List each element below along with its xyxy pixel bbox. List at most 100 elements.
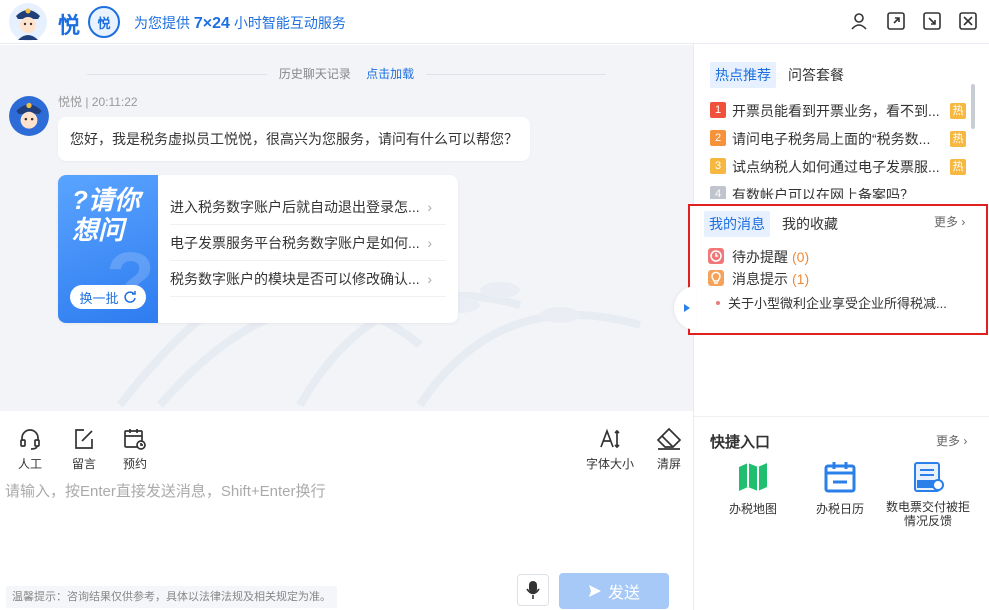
- tab-qa-package[interactable]: 问答套餐: [788, 65, 844, 85]
- history-label: 历史聊天记录: [278, 67, 351, 81]
- suggested-question[interactable]: 税务数字账户的模块是否可以修改确认... ›: [170, 261, 446, 297]
- suggested-questions-card: ? ?请你想问 换一批 进入税务数字账户后就自动退出登录怎... › 电子发票服…: [58, 175, 458, 323]
- quick-link-label: 数电票交付被拒情况反馈: [885, 500, 970, 528]
- microphone-icon: [526, 581, 540, 599]
- question-mark-icon: ?: [106, 236, 155, 323]
- rank-badge: 4: [710, 186, 726, 199]
- rank-badge: 2: [710, 130, 726, 146]
- hot-badge: 热: [950, 159, 966, 175]
- msg-label: 待办提醒: [732, 249, 788, 265]
- tool-label: 人工: [18, 457, 43, 471]
- send-label: 发送: [607, 585, 640, 602]
- load-history-link[interactable]: 点击加载: [366, 67, 414, 81]
- hot-item[interactable]: 1 开票员能看到开票业务，看不到... 热: [710, 101, 966, 123]
- caret-right-icon: [684, 304, 690, 312]
- tab-hot-recommend[interactable]: 热点推荐: [710, 62, 776, 88]
- unread-dot: [716, 301, 720, 305]
- bot-name-time: 悦悦 | 20:11:22: [58, 95, 138, 109]
- chevron-right-icon: ›: [961, 215, 966, 229]
- suggested-question[interactable]: 电子发票服务平台税务数字账户是如何... ›: [170, 225, 446, 261]
- send-button[interactable]: 发送: [559, 573, 669, 609]
- message-text: 关于小型微利企业享受企业所得税减...: [728, 296, 947, 311]
- minimize-icon[interactable]: [922, 11, 942, 31]
- send-icon: [588, 585, 601, 597]
- divider: [87, 74, 268, 76]
- chat-area: 历史聊天记录 点击加载 悦悦 | 20:11:22 您好，我是税务虚拟员工悦悦，…: [0, 45, 693, 411]
- refresh-label: 换一批: [79, 290, 119, 306]
- tab-my-favorites[interactable]: 我的收藏: [782, 214, 838, 234]
- tool-label: 留言: [72, 457, 97, 471]
- rank-badge: 1: [710, 102, 726, 118]
- voice-input-button[interactable]: [517, 574, 549, 606]
- hot-list-scrollbar[interactable]: [971, 84, 975, 129]
- font-size-button[interactable]: 字体大小: [586, 427, 634, 472]
- msg-count: (0): [792, 249, 810, 265]
- clear-screen-button[interactable]: 清屏: [656, 427, 682, 472]
- disclaimer-hint: 温馨提示：咨询结果仅供参考，具体以法律法规及相关规定为准。: [6, 586, 337, 608]
- eraser-icon: [656, 427, 682, 450]
- hot-item-text: 请问电子税务局上面的“税务数...: [732, 131, 931, 147]
- tool-label: 预约: [123, 457, 148, 471]
- ask-card-title: ?请你想问: [72, 185, 140, 245]
- divider: [425, 74, 606, 76]
- human-agent-button[interactable]: 人工: [18, 427, 42, 472]
- refresh-icon: [123, 291, 136, 303]
- calendar-clock-icon: [124, 429, 146, 450]
- msg-label: 消息提示: [732, 271, 788, 287]
- expand-icon[interactable]: [886, 11, 906, 31]
- avatar-icon: [9, 3, 47, 41]
- hot-item[interactable]: 3 试点纳税人如何通过电子发票服... 热: [710, 157, 966, 179]
- hot-item[interactable]: 2 请问电子税务局上面的“税务数... 热: [710, 129, 966, 151]
- more-label: 更多: [936, 434, 961, 448]
- brand-name: 悦: [58, 13, 81, 38]
- message-input[interactable]: 请输入，按Enter直接发送消息，Shift+Enter换行: [0, 480, 693, 570]
- suggested-question[interactable]: 进入税务数字账户后就自动退出登录怎... ›: [170, 189, 446, 225]
- hot-badge: 热: [950, 131, 966, 147]
- hot-item-text: 开票员能看到开票业务，看不到...: [732, 103, 940, 119]
- quick-link-tax-calendar[interactable]: 办税日历: [795, 460, 885, 517]
- question-text: 进入税务数字账户后就自动退出登录怎...: [170, 199, 420, 215]
- user-icon[interactable]: [849, 11, 869, 31]
- calendar-icon: [824, 462, 856, 493]
- tab-my-messages[interactable]: 我的消息: [704, 211, 770, 237]
- headset-icon: [20, 429, 40, 450]
- msg-count: (1): [792, 271, 810, 287]
- my-messages-panel: 我的消息 我的收藏 更多 › 待办提醒 (0) 消息提示 (1) 关于小型微利企业享…: [688, 204, 988, 335]
- map-icon: [739, 463, 767, 491]
- quick-link-label: 办税日历: [815, 502, 864, 516]
- hot-item[interactable]: 4 有数帐户可以在网上备案吗？: [710, 185, 966, 199]
- chevron-right-icon: ›: [427, 235, 432, 251]
- invoice-icon: [914, 462, 944, 492]
- message-list-item[interactable]: 关于小型微利企业享受企业所得税减...: [716, 293, 966, 312]
- slogan-prefix: 为您提供: [134, 15, 190, 31]
- quick-more-link[interactable]: 更多 ›: [936, 432, 967, 449]
- chevron-right-icon: ›: [963, 434, 968, 448]
- appointment-button[interactable]: 预约: [123, 427, 147, 472]
- quick-link-tax-map[interactable]: 办税地图: [708, 460, 798, 517]
- todo-reminder-item[interactable]: 待办提醒 (0): [708, 247, 809, 267]
- slogan: 为您提供 7×24 小时智能互动服务: [134, 13, 346, 33]
- quick-access-title: 快捷入口: [710, 434, 771, 451]
- question-text: 电子发票服务平台税务数字账户是如何...: [170, 235, 420, 251]
- quick-link-label: 办税地图: [728, 502, 777, 516]
- message-notice-item[interactable]: 消息提示 (1): [708, 269, 809, 289]
- quick-link-invoice-feedback[interactable]: 数电票交付被拒情况反馈: [883, 460, 973, 528]
- edit-icon: [75, 429, 93, 449]
- rank-badge: 3: [710, 158, 726, 174]
- history-bar: 历史聊天记录 点击加载: [0, 65, 693, 82]
- close-icon[interactable]: [958, 11, 978, 31]
- hot-badge: 热: [950, 103, 966, 119]
- clock-icon: [708, 248, 724, 264]
- font-size-icon: [600, 428, 620, 449]
- slogan-suffix: 小时智能互动服务: [233, 15, 346, 31]
- chevron-right-icon: ›: [427, 199, 432, 215]
- ask-card-banner: ? ?请你想问 换一批: [58, 175, 158, 323]
- leave-message-button[interactable]: 留言: [72, 427, 96, 472]
- tax-assistant-window: 悦 悦 为您提供 7×24 小时智能互动服务 历史聊天记录 点击加载 悦悦 | …: [0, 0, 989, 610]
- chevron-right-icon: ›: [427, 271, 432, 287]
- more-label: 更多: [934, 215, 959, 229]
- slogan-highlight: 7×24: [193, 15, 230, 32]
- greeting-bubble: 您好，我是税务虚拟员工悦悦，很高兴为您服务，请问有什么可以帮您？: [58, 117, 530, 161]
- refresh-questions-button[interactable]: 换一批: [70, 285, 146, 309]
- messages-more-link[interactable]: 更多 ›: [934, 213, 965, 230]
